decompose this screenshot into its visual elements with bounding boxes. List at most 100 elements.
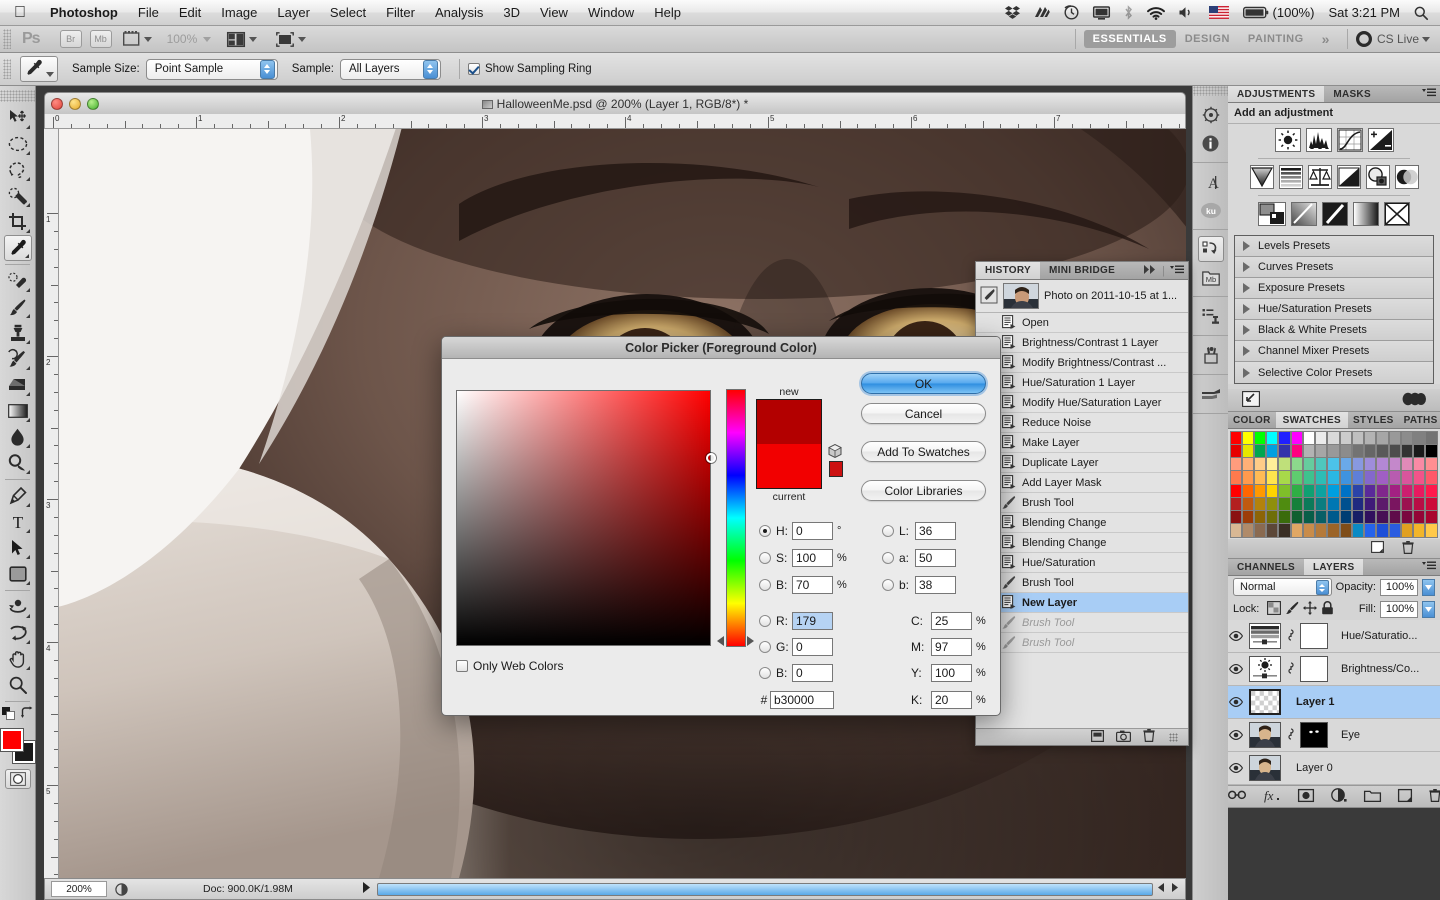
tool-eraser[interactable] <box>4 372 32 398</box>
color-swatch[interactable] <box>1425 443 1438 458</box>
layer-mask-thumbnail[interactable] <box>1300 656 1328 682</box>
tab-swatches[interactable]: SWATCHES <box>1275 412 1348 428</box>
show-sampling-ring-checkbox[interactable]: Show Sampling Ring <box>467 63 592 75</box>
cyan-input[interactable]: 25 <box>931 612 972 630</box>
chevron-right-icon[interactable] <box>1243 304 1250 314</box>
opacity-stepper-icon[interactable] <box>1422 578 1435 596</box>
ok-button[interactable]: OK <box>861 373 986 394</box>
menu-view[interactable]: View <box>530 5 578 20</box>
history-item[interactable]: Add Layer Mask <box>976 473 1188 493</box>
display-icon[interactable] <box>1086 5 1117 20</box>
green-radio[interactable] <box>759 641 771 653</box>
color-swatch[interactable] <box>1376 430 1389 445</box>
color-swatch[interactable] <box>1388 496 1401 511</box>
field-saturation[interactable]: S: 100 % <box>759 548 847 568</box>
search-icon[interactable] <box>1407 6 1440 20</box>
status-scroll-track[interactable] <box>377 882 1153 896</box>
color-swatch[interactable] <box>1400 430 1414 445</box>
tab-masks[interactable]: MASKS <box>1324 86 1380 102</box>
history-item[interactable]: Hue/Saturation <box>976 553 1188 573</box>
tool-eyedropper[interactable] <box>3 235 32 261</box>
color-swatch[interactable] <box>1290 443 1303 458</box>
color-swatch[interactable] <box>1253 470 1267 485</box>
tool-move[interactable] <box>4 105 32 131</box>
color-swatch[interactable] <box>1351 496 1365 511</box>
color-swatch[interactable] <box>1413 510 1426 525</box>
color-swatch[interactable] <box>1278 496 1291 511</box>
color-swatch[interactable] <box>1278 510 1291 525</box>
posterize-icon[interactable] <box>1291 202 1317 226</box>
vibrance-icon[interactable] <box>1249 165 1274 189</box>
cancel-button[interactable]: Cancel <box>861 403 986 424</box>
layer-visibility-icon[interactable] <box>1228 697 1244 707</box>
levels-icon[interactable] <box>1305 128 1332 152</box>
color-swatch[interactable] <box>1364 496 1377 511</box>
link-layers-icon[interactable] <box>1227 790 1246 803</box>
new-layer-icon[interactable] <box>1397 788 1412 805</box>
tool-3d-orbit-flyout-icon[interactable] <box>22 640 30 644</box>
adjustment-preset-row[interactable]: Exposure Presets <box>1235 278 1433 299</box>
new-document-icon[interactable] <box>1091 729 1105 745</box>
color-swatch[interactable] <box>1327 430 1340 445</box>
color-swatch[interactable] <box>1376 496 1389 511</box>
new-adjustment-icon[interactable] <box>1330 788 1347 805</box>
layer-thumbnail[interactable] <box>1249 623 1281 649</box>
color-swatch[interactable] <box>1278 523 1291 538</box>
photo-filter-icon[interactable] <box>1365 165 1390 189</box>
tool-eyedropper-flyout-icon[interactable] <box>21 254 29 258</box>
layer-link-icon[interactable] <box>1286 728 1295 742</box>
color-swatch[interactable] <box>1351 430 1365 445</box>
layers-panel-menu-icon[interactable] <box>1422 561 1436 573</box>
tool-preset-caret-icon[interactable] <box>46 72 54 77</box>
battery-icon[interactable] <box>1236 6 1271 19</box>
color-swatch[interactable] <box>1388 443 1401 458</box>
brightness-contrast-icon[interactable] <box>1274 128 1301 152</box>
invert-icon[interactable] <box>1258 202 1286 226</box>
color-swatch[interactable] <box>1302 483 1316 498</box>
tool-blur[interactable] <box>4 424 32 450</box>
adjustment-presets-list[interactable]: Levels Presets Curves Presets Exposure Pre… <box>1234 235 1434 384</box>
color-swatch[interactable] <box>1315 496 1328 511</box>
chevron-right-icon[interactable] <box>1243 262 1250 272</box>
color-swatch[interactable] <box>1302 496 1316 511</box>
color-swatch[interactable] <box>1229 510 1242 525</box>
lock-position-icon[interactable] <box>1303 600 1318 618</box>
kuler-panel-icon[interactable]: ku <box>1198 197 1224 223</box>
document-title-bar[interactable]: HalloweenMe.psd @ 200% (Layer 1, RGB/8*)… <box>44 92 1186 114</box>
color-swatch[interactable] <box>1413 470 1426 485</box>
history-item[interactable]: Modify Hue/Saturation Layer <box>976 393 1188 413</box>
color-swatch[interactable] <box>1241 457 1254 472</box>
field-brightness[interactable]: B: 70 % <box>759 575 847 595</box>
view-extras-button[interactable] <box>122 31 152 47</box>
tool-hand[interactable] <box>4 646 32 672</box>
tab-adjustments[interactable]: ADJUSTMENTS <box>1228 86 1325 102</box>
saturation-radio[interactable] <box>759 552 771 564</box>
color-swatch[interactable] <box>1327 496 1340 511</box>
color-swatch[interactable] <box>1266 443 1279 458</box>
color-swatch[interactable] <box>1302 523 1316 538</box>
color-swatch[interactable] <box>1290 457 1303 472</box>
color-swatch[interactable] <box>1315 457 1328 472</box>
color-swatch[interactable] <box>1425 430 1438 445</box>
layer-mask-thumbnail[interactable] <box>1300 623 1328 649</box>
history-snapshot-row[interactable]: Photo on 2011-10-15 at 1... <box>976 280 1188 313</box>
color-swatch[interactable] <box>1278 470 1291 485</box>
green-input[interactable]: 0 <box>792 638 833 656</box>
red-radio[interactable] <box>759 615 771 627</box>
scroll-left-icon[interactable] <box>1157 883 1166 895</box>
tool-spot-healing[interactable] <box>4 268 32 294</box>
field-green[interactable]: G: 0 <box>759 637 833 657</box>
brightness-input[interactable]: 70 <box>792 576 833 594</box>
menu-file[interactable]: File <box>128 5 169 20</box>
delete-icon[interactable] <box>1143 729 1155 745</box>
tool-clone-stamp[interactable] <box>4 320 32 346</box>
clock-label[interactable]: Sat 3:21 PM <box>1321 5 1407 20</box>
color-swatch[interactable] <box>1351 510 1365 525</box>
color-swatch[interactable] <box>1315 470 1328 485</box>
color-swatch[interactable] <box>1327 523 1340 538</box>
color-swatch[interactable] <box>1351 443 1365 458</box>
adjustment-preset-row[interactable]: Black & White Presets <box>1235 320 1433 341</box>
lab-b-radio[interactable] <box>882 579 894 591</box>
color-swatch[interactable] <box>1351 483 1365 498</box>
status-menu-arrow-icon[interactable] <box>362 882 371 896</box>
